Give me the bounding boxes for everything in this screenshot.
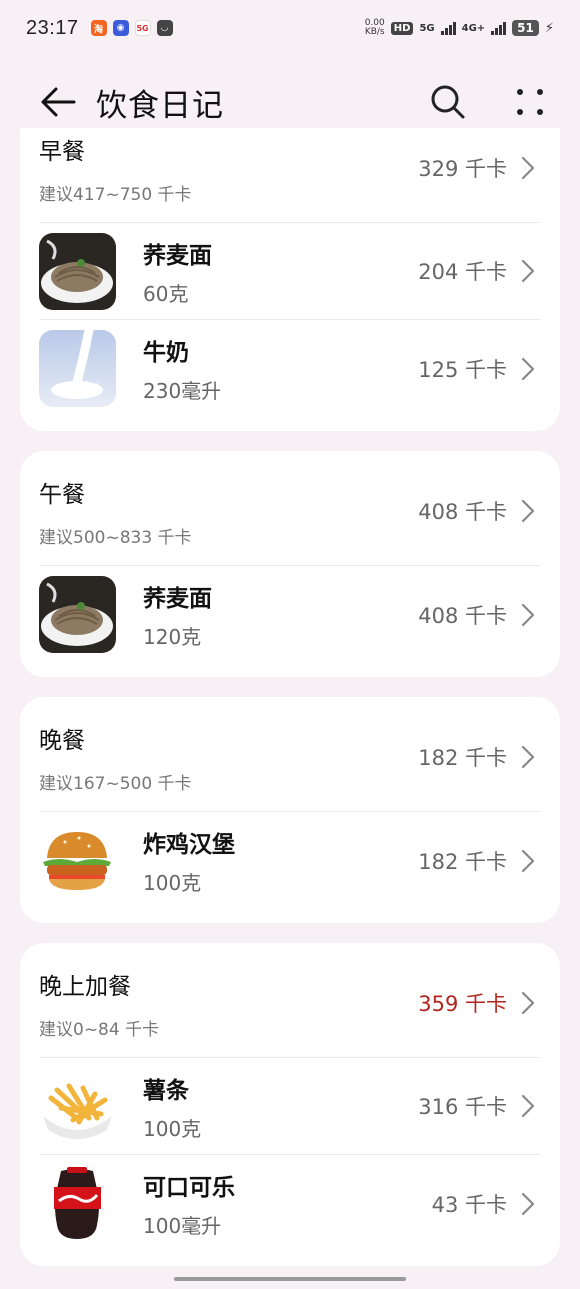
food-calories: 408 千卡	[418, 600, 541, 630]
food-name: 炸鸡汉堡	[143, 832, 235, 858]
food-amount: 120克	[143, 625, 202, 649]
battery-icon: 51	[512, 20, 539, 36]
meal-name: 晚餐	[39, 727, 85, 754]
meal-calories-over-limit: 359 千卡	[418, 988, 541, 1018]
meal-suggestion: 建议167~500 千卡	[39, 773, 192, 794]
meal-header-breakfast[interactable]: 早餐 建议417~750 千卡 329 千卡	[39, 128, 541, 223]
food-name: 荞麦面	[143, 242, 212, 269]
meal-name: 早餐	[39, 138, 85, 165]
food-amount: 100克	[143, 871, 202, 895]
food-calories: 182 千卡	[418, 846, 541, 876]
status-bar: 23:17 淘 ◉ 5G ◡ 0.00 KB/s HD 5G 4G+ 51 ⚡	[0, 0, 580, 56]
meal-name: 午餐	[39, 481, 85, 508]
soba-noodles-icon	[39, 232, 116, 310]
food-name: 牛奶	[143, 340, 189, 366]
message-app-icon: ◡	[156, 20, 173, 36]
meal-header-late-snack[interactable]: 晚上加餐 建议0~84 千卡 359 千卡	[39, 943, 541, 1058]
meal-card-dinner: 晚餐 建议167~500 千卡 182 千卡 炸鸡汉堡 100克 182 千卡	[20, 697, 560, 923]
food-row-milk[interactable]: 牛奶 230毫升 125 千卡	[39, 320, 541, 417]
page-title: 饮食日记	[96, 87, 224, 124]
milk-icon	[39, 330, 116, 407]
food-calories-value: 408 千卡	[418, 603, 507, 628]
signal-strength-icon-2	[491, 21, 507, 35]
food-calories-value: 125 千卡	[418, 357, 507, 382]
chevron-right-icon	[515, 155, 541, 181]
chevron-right-icon	[515, 1191, 541, 1217]
home-indicator[interactable]	[174, 1277, 406, 1281]
search-icon[interactable]	[428, 82, 468, 122]
soba-noodles-icon	[39, 576, 116, 653]
food-calories: 204 千卡	[418, 256, 541, 286]
hd-badge: HD	[390, 21, 414, 35]
back-arrow-icon[interactable]	[38, 82, 78, 122]
meal-calories: 408 千卡	[418, 496, 541, 526]
food-amount: 230毫升	[143, 379, 222, 403]
meal-calories: 182 千卡	[418, 742, 541, 772]
meal-header-lunch[interactable]: 午餐 建议500~833 千卡 408 千卡	[39, 451, 541, 566]
food-name: 荞麦面	[143, 586, 212, 612]
shopping-app-icon: 淘	[90, 20, 107, 36]
meal-card-breakfast: 早餐 建议417~750 千卡 329 千卡 荞麦面 60克 204 千卡 牛奶…	[20, 128, 560, 431]
system-indicators: 0.00 KB/s HD 5G 4G+ 51 ⚡	[365, 19, 554, 37]
meal-suggestion: 建议500~833 千卡	[39, 527, 192, 548]
network-speed-unit: KB/s	[364, 27, 385, 37]
meal-calories: 329 千卡	[418, 153, 541, 183]
5g-app-icon: 5G	[134, 20, 151, 36]
food-calories: 125 千卡	[418, 354, 541, 384]
cola-bottle-icon	[39, 1165, 116, 1242]
meal-header-dinner[interactable]: 晚餐 建议167~500 千卡 182 千卡	[39, 697, 541, 812]
status-time: 23:17	[26, 16, 79, 39]
diary-list[interactable]: 早餐 建议417~750 千卡 329 千卡 荞麦面 60克 204 千卡 牛奶…	[0, 128, 580, 1289]
food-row-soba[interactable]: 荞麦面 60克 204 千卡	[39, 223, 541, 320]
food-name: 可口可乐	[143, 1175, 235, 1201]
network-speed: 0.00 KB/s	[365, 19, 385, 37]
meal-calories-value: 329 千卡	[418, 157, 507, 181]
chevron-right-icon	[515, 1093, 541, 1119]
assistant-app-icon: ◉	[112, 20, 129, 36]
food-calories: 43 千卡	[432, 1189, 541, 1219]
notification-icons: 淘 ◉ 5G ◡	[90, 20, 173, 36]
meal-name: 晚上加餐	[39, 973, 131, 1000]
more-options-icon[interactable]	[510, 82, 550, 122]
food-row-fries[interactable]: 薯条 100克 316 千卡	[39, 1058, 541, 1155]
food-calories-value: 182 千卡	[418, 849, 507, 874]
food-amount: 100克	[143, 1116, 202, 1141]
meal-calories-value: 359 千卡	[418, 992, 507, 1016]
chevron-right-icon	[515, 498, 541, 524]
app-screen: 23:17 淘 ◉ 5G ◡ 0.00 KB/s HD 5G 4G+ 51 ⚡ …	[0, 0, 580, 1289]
meal-suggestion: 建议417~750 千卡	[39, 184, 192, 205]
chevron-right-icon	[515, 356, 541, 382]
chevron-right-icon	[515, 744, 541, 770]
signal-strength-icon	[440, 21, 456, 35]
french-fries-icon	[39, 1067, 116, 1145]
meal-card-late-snack: 晚上加餐 建议0~84 千卡 359 千卡 薯条 100克 316 千卡 可口可…	[20, 943, 560, 1266]
chevron-right-icon	[515, 848, 541, 874]
food-amount: 100毫升	[143, 1214, 222, 1238]
chevron-right-icon	[515, 602, 541, 628]
chicken-burger-icon	[39, 822, 116, 899]
meal-suggestion: 建议0~84 千卡	[39, 1019, 160, 1040]
sim1-type: 5G	[419, 22, 435, 34]
food-row-burger[interactable]: 炸鸡汉堡 100克 182 千卡	[39, 812, 541, 909]
meal-calories-value: 182 千卡	[418, 746, 507, 770]
food-amount: 60克	[143, 281, 189, 306]
chevron-right-icon	[515, 990, 541, 1016]
food-row-cola[interactable]: 可口可乐 100毫升 43 千卡	[39, 1155, 541, 1252]
food-row-soba[interactable]: 荞麦面 120克 408 千卡	[39, 566, 541, 663]
sim2-type: 4G+	[461, 22, 486, 34]
meal-calories-value: 408 千卡	[418, 500, 507, 524]
food-calories-value: 204 千卡	[418, 260, 507, 284]
food-name: 薯条	[143, 1077, 189, 1104]
app-bar: 饮食日记	[0, 72, 580, 132]
food-calories-value: 316 千卡	[418, 1095, 507, 1119]
charging-icon: ⚡	[544, 20, 554, 36]
meal-card-lunch: 午餐 建议500~833 千卡 408 千卡 荞麦面 120克 408 千卡	[20, 451, 560, 677]
food-calories: 316 千卡	[418, 1091, 541, 1121]
food-calories-value: 43 千卡	[431, 1192, 507, 1217]
chevron-right-icon	[515, 258, 541, 284]
